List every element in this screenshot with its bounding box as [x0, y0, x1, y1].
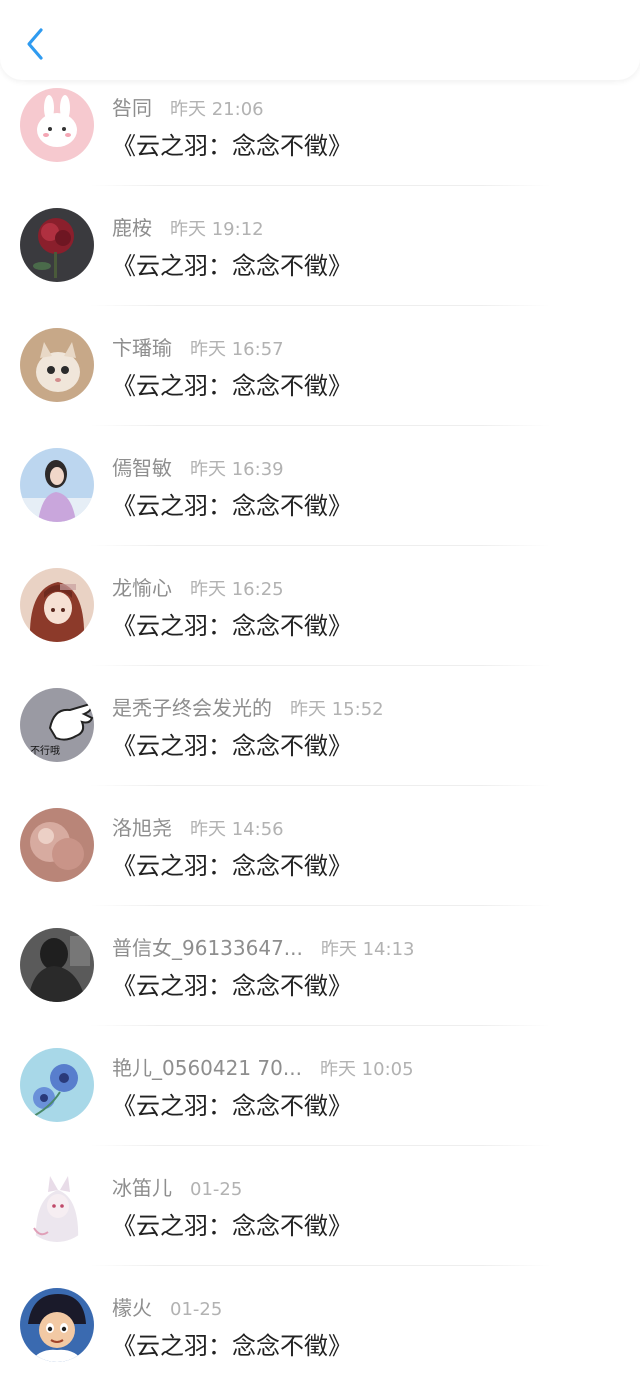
- list-item[interactable]: 普信女_96133647... 昨天 14:13 《云之羽：念念不徵》: [0, 920, 640, 1040]
- username[interactable]: 卞璠瑜: [112, 332, 172, 361]
- avatar[interactable]: [20, 1048, 94, 1122]
- chevron-left-icon: [27, 28, 43, 60]
- timestamp: 昨天 16:25: [190, 579, 284, 600]
- comment-text: 《云之羽：念念不徵》: [112, 972, 352, 1000]
- divider: [90, 1265, 550, 1266]
- anime-girl-icon: [20, 568, 94, 642]
- comment-text: 《云之羽：念念不徵》: [112, 1092, 352, 1120]
- username[interactable]: 傿智敏: [112, 452, 172, 481]
- rabbit-icon: [20, 88, 94, 162]
- username[interactable]: 咎同: [112, 92, 152, 121]
- divider: [90, 185, 550, 186]
- comment-text: 《云之羽：念念不徵》: [112, 492, 352, 520]
- username[interactable]: 艳儿_0560421 70...: [112, 1052, 302, 1081]
- timestamp: 昨天 14:56: [190, 819, 284, 840]
- back-button[interactable]: [18, 24, 52, 64]
- divider: [90, 305, 550, 306]
- avatar[interactable]: [20, 88, 94, 162]
- username[interactable]: 普信女_96133647...: [112, 932, 303, 961]
- timestamp: 01-25: [170, 1299, 223, 1320]
- avatar[interactable]: [20, 328, 94, 402]
- timestamp: 昨天 15:52: [290, 699, 384, 720]
- list-item[interactable]: 艳儿_0560421 70... 昨天 10:05 《云之羽：念念不徵》: [0, 1040, 640, 1160]
- timestamp: 昨天 21:06: [170, 99, 264, 120]
- timestamp: 昨天 16:39: [190, 459, 284, 480]
- timestamp: 昨天 16:57: [190, 339, 284, 360]
- top-bar: [0, 0, 640, 80]
- avatar[interactable]: [20, 808, 94, 882]
- username[interactable]: 龙愉心: [112, 572, 172, 601]
- username[interactable]: 鹿桉: [112, 212, 152, 241]
- comment-text: 《云之羽：念念不徵》: [112, 372, 352, 400]
- avatar[interactable]: [20, 928, 94, 1002]
- timestamp: 昨天 19:12: [170, 219, 264, 240]
- username[interactable]: 冰笛儿: [112, 1172, 172, 1201]
- flower-icon: [20, 1048, 94, 1122]
- list-item[interactable]: 不行哦 是秃子终会发光的 昨天 15:52 《云之羽：念念不徵》: [0, 680, 640, 800]
- comment-text: 《云之羽：念念不徵》: [112, 612, 352, 640]
- list-item[interactable]: 冰笛儿 01-25 《云之羽：念念不徵》: [0, 1160, 640, 1280]
- dark-photo-icon: [20, 928, 94, 1002]
- timestamp: 01-25: [190, 1179, 243, 1200]
- timestamp: 昨天 14:13: [320, 939, 415, 960]
- list-item[interactable]: 咎同 昨天 21:06 《云之羽：念念不徵》: [0, 80, 640, 200]
- avatar-caption: 不行哦: [30, 744, 60, 757]
- avatar[interactable]: [20, 1168, 94, 1242]
- comment-text: 《云之羽：念念不徵》: [112, 852, 352, 880]
- comment-text: 《云之羽：念念不徵》: [112, 1332, 352, 1360]
- username[interactable]: 檬火: [112, 1292, 152, 1321]
- list-item[interactable]: 洛旭尧 昨天 14:56 《云之羽：念念不徵》: [0, 800, 640, 920]
- list-item[interactable]: 檬火 01-25 《云之羽：念念不徵》: [0, 1280, 640, 1400]
- avatar[interactable]: [20, 568, 94, 642]
- cat-icon: [20, 328, 94, 402]
- username[interactable]: 洛旭尧: [112, 812, 172, 841]
- list-item[interactable]: 卞璠瑜 昨天 16:57 《云之羽：念念不徵》: [0, 320, 640, 440]
- girl-photo-icon: [20, 448, 94, 522]
- list-item[interactable]: 傿智敏 昨天 16:39 《云之羽：念念不徵》: [0, 440, 640, 560]
- timestamp: 昨天 10:05: [319, 1059, 414, 1080]
- list-item[interactable]: 龙愉心 昨天 16:25 《云之羽：念念不徵》: [0, 560, 640, 680]
- comment-text: 《云之羽：念念不徵》: [112, 132, 352, 160]
- avatar[interactable]: 不行哦: [20, 688, 94, 762]
- divider: [90, 1145, 550, 1146]
- rose-icon: [20, 208, 94, 282]
- comment-text: 《云之羽：念念不徵》: [112, 732, 352, 760]
- comment-list: 咎同 昨天 21:06 《云之羽：念念不徵》 鹿桉 昨天 19:12 《云之羽：…: [0, 80, 640, 1400]
- pink-photo-icon: [20, 808, 94, 882]
- avatar[interactable]: [20, 208, 94, 282]
- divider: [90, 425, 550, 426]
- avatar[interactable]: [20, 1288, 94, 1362]
- divider: [90, 545, 550, 546]
- username[interactable]: 是秃子终会发光的: [112, 692, 272, 721]
- comment-text: 《云之羽：念念不徵》: [112, 252, 352, 280]
- divider: [90, 1025, 550, 1026]
- hand-sticker-icon: 不行哦: [20, 688, 94, 762]
- comment-text: 《云之羽：念念不徵》: [112, 1212, 352, 1240]
- fox-girl-icon: [20, 1168, 94, 1242]
- cartoon-boy-icon: [20, 1288, 94, 1362]
- avatar[interactable]: [20, 448, 94, 522]
- list-item[interactable]: 鹿桉 昨天 19:12 《云之羽：念念不徵》: [0, 200, 640, 320]
- divider: [90, 785, 550, 786]
- divider: [90, 665, 550, 666]
- divider: [90, 905, 550, 906]
